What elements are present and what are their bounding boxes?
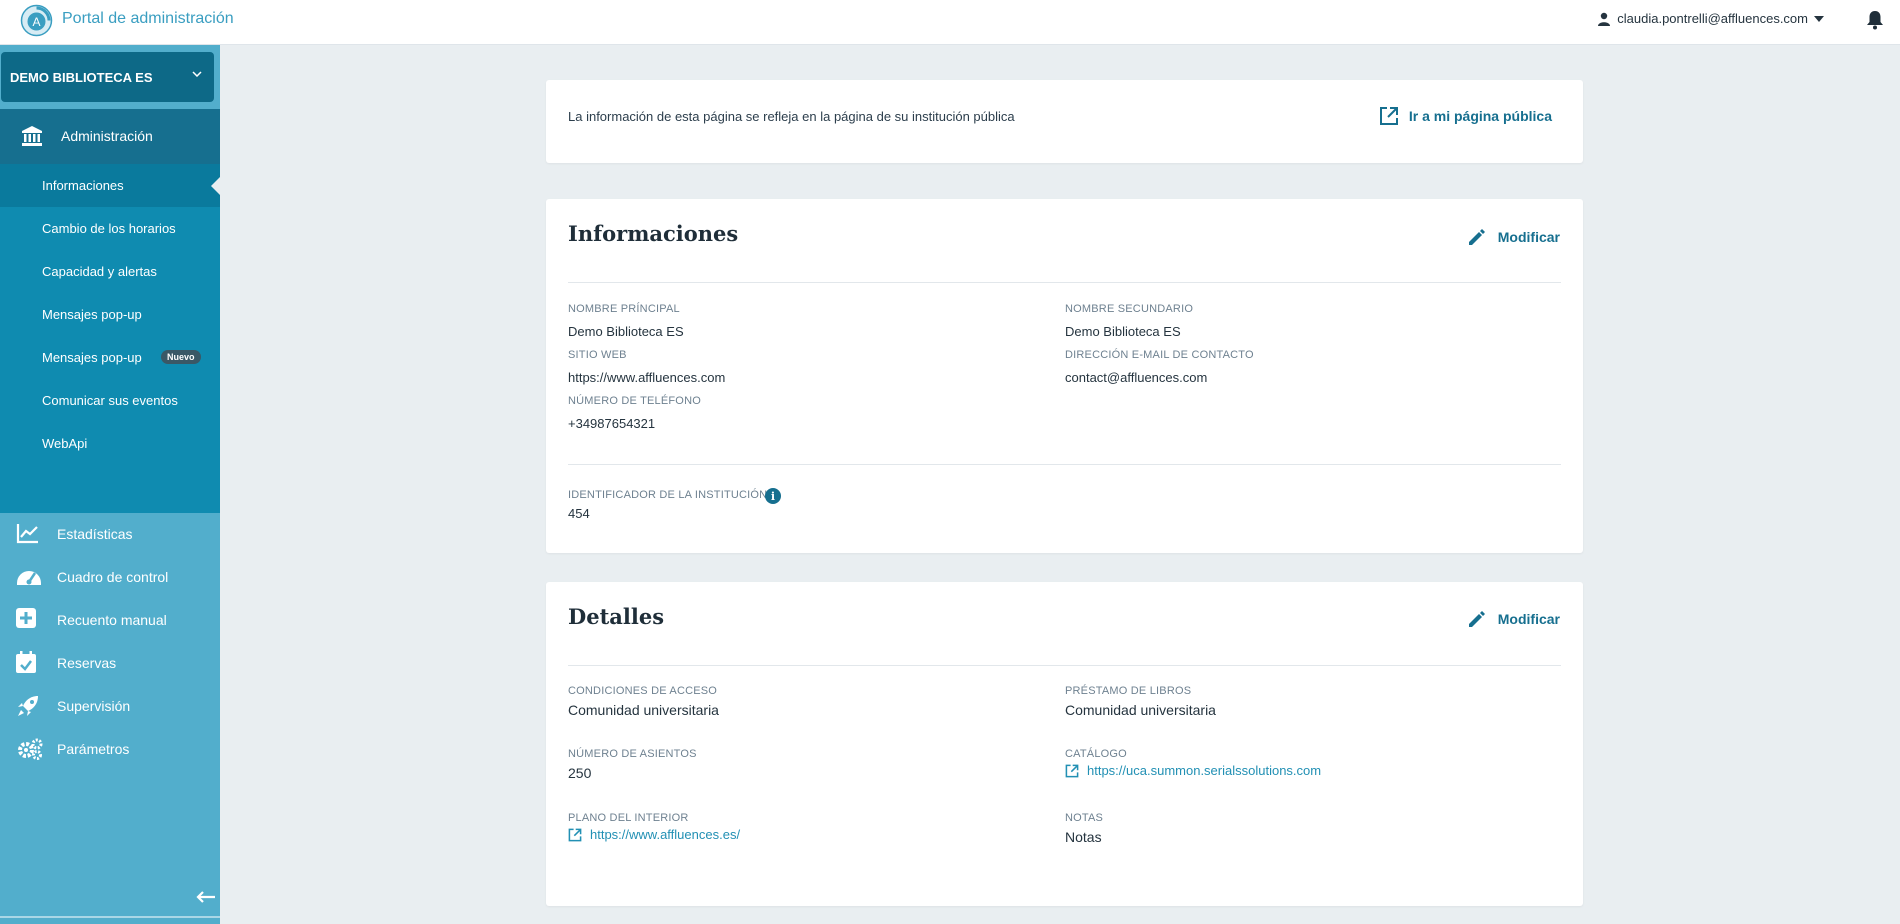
sidebar-item-label: Capacidad y alertas — [42, 264, 157, 279]
pencil-icon — [1468, 229, 1485, 245]
details-modify-button[interactable]: Modificar — [1468, 610, 1560, 628]
new-badge: Nuevo — [161, 350, 201, 364]
phone-label: NÚMERO DE TELÉFONO — [568, 395, 701, 407]
notes-value: Notas — [1065, 829, 1102, 845]
seats-label: NÚMERO DE ASIENTOS — [568, 748, 697, 760]
sidebar-item-administracion[interactable]: Administración — [0, 109, 220, 164]
sidebar-item-reservas[interactable]: Reservas — [0, 642, 220, 685]
seats-value: 250 — [568, 765, 592, 781]
sidebar-item-label: Cuadro de control — [57, 569, 169, 585]
catalog-url: https://uca.summon.serialssolutions.com — [1087, 763, 1322, 778]
floorplan-link[interactable]: https://www.affluences.es/ — [568, 827, 740, 842]
institution-id-label: IDENTIFICADOR DE LA INSTITUCIÓN — [568, 489, 768, 501]
plus-box-icon — [16, 608, 36, 628]
sidebar-bottom-line — [0, 916, 220, 918]
notice-text: La información de esta página se refleja… — [568, 109, 1015, 124]
info-icon[interactable]: i — [765, 488, 781, 504]
catalog-link[interactable]: https://uca.summon.serialssolutions.com — [1065, 763, 1321, 778]
sidebar-item-cambio-horarios[interactable]: Cambio de los horarios — [0, 207, 220, 250]
pencil-icon — [1468, 611, 1485, 627]
sidebar-item-label: Cambio de los horarios — [42, 221, 176, 236]
top-bar: A Portal de administración claudia.pontr… — [0, 0, 1900, 45]
chart-line-icon — [16, 524, 38, 544]
public-page-link[interactable]: Ir a mi página pública — [1379, 106, 1552, 126]
gears-icon — [18, 738, 43, 760]
user-email: claudia.pontrelli@affluences.com — [1617, 11, 1808, 26]
divider — [568, 665, 1561, 666]
external-link-icon — [1065, 764, 1079, 777]
sidebar-item-label: Informaciones — [42, 178, 124, 193]
sidebar-item-supervision[interactable]: Supervisión — [0, 685, 220, 728]
app-title: Portal de administración — [62, 10, 234, 27]
sidebar-item-label: WebApi — [42, 436, 88, 451]
collapse-sidebar-icon[interactable] — [196, 890, 216, 904]
external-link-icon — [1379, 107, 1398, 125]
access-conditions-label: CONDICIONES DE ACCESO — [568, 685, 718, 697]
sidebar-item-label: Estadísticas — [57, 526, 133, 542]
info-modify-button[interactable]: Modificar — [1468, 228, 1560, 246]
sidebar-item-label: Supervisión — [57, 698, 131, 714]
public-page-link-label: Ir a mi página pública — [1408, 108, 1552, 124]
gauge-icon — [17, 571, 41, 585]
institution-selector[interactable]: DEMO BIBLIOTECA ES — [1, 52, 214, 102]
modify-label: Modificar — [1497, 611, 1560, 627]
sidebar-item-label: Reservas — [57, 655, 117, 671]
sidebar-item-cuadro-control[interactable]: Cuadro de control — [0, 556, 220, 599]
contact-email-value: contact@affluences.com — [1065, 370, 1208, 385]
sidebar-item-webapi[interactable]: WebApi — [0, 422, 220, 465]
floorplan-label: PLANO DEL INTERIOR — [568, 812, 689, 824]
details-card: Detalles Modificar CONDICIONES DE ACCESO… — [546, 582, 1583, 906]
sidebar-item-label: Recuento manual — [57, 612, 167, 628]
sidebar-item-parametros[interactable]: Parámetros — [0, 728, 220, 771]
book-loan-value: Comunidad universitaria — [1065, 702, 1216, 718]
caret-down-icon — [1814, 15, 1824, 22]
svg-text:A: A — [32, 15, 40, 29]
main-name-label: NOMBRE PRÍNCIPAL — [568, 303, 680, 315]
calendar-check-icon — [16, 651, 36, 673]
chevron-down-icon — [192, 71, 202, 77]
phone-value: +34987654321 — [568, 416, 656, 431]
secondary-name-label: NOMBRE SECUNDARIO — [1065, 303, 1194, 315]
divider — [568, 464, 1561, 465]
divider — [568, 282, 1561, 283]
modify-label: Modificar — [1497, 229, 1560, 245]
institution-id-value: 454 — [568, 506, 590, 521]
floorplan-url: https://www.affluences.es/ — [590, 827, 741, 842]
sidebar-item-mensajes-popup[interactable]: Mensajes pop-up — [0, 293, 220, 336]
bank-icon — [22, 126, 42, 146]
external-link-icon — [568, 828, 582, 841]
notes-label: NOTAS — [1065, 812, 1104, 824]
sidebar: DEMO BIBLIOTECA ES Administración Inform… — [0, 45, 220, 924]
sidebar-item-label: Mensajes pop-up — [42, 307, 142, 322]
sidebar-item-comunicar-eventos[interactable]: Comunicar sus eventos — [0, 379, 220, 422]
sidebar-item-label: Comunicar sus eventos — [42, 393, 178, 408]
website-label: SITIO WEB — [568, 349, 627, 361]
sidebar-item-label: Administración — [61, 128, 153, 144]
user-menu[interactable]: claudia.pontrelli@affluences.com — [1597, 11, 1824, 26]
sidebar-item-capacidad-alertas[interactable]: Capacidad y alertas — [0, 250, 220, 293]
main-name-value: Demo Biblioteca ES — [568, 324, 684, 339]
user-icon — [1598, 12, 1611, 26]
admin-group: Administración Informaciones Cambio de l… — [0, 109, 220, 513]
sidebar-item-mensajes-popup-nuevo[interactable]: Mensajes pop-up Nuevo — [0, 336, 220, 379]
info-card-title: Informaciones — [568, 221, 739, 246]
website-value: https://www.affluences.com — [568, 370, 726, 385]
sidebar-item-informaciones[interactable]: Informaciones — [0, 164, 220, 207]
bell-icon[interactable] — [1866, 10, 1884, 30]
affluences-logo[interactable]: A — [20, 4, 53, 37]
rocket-icon — [18, 696, 38, 716]
institution-name: DEMO BIBLIOTECA ES — [10, 69, 153, 85]
secondary-name-value: Demo Biblioteca ES — [1065, 324, 1181, 339]
book-loan-label: PRÉSTAMO DE LIBROS — [1065, 685, 1192, 697]
public-page-notice: La información de esta página se refleja… — [546, 80, 1583, 163]
info-card: Informaciones Modificar NOMBRE PRÍNCIPAL… — [546, 199, 1583, 553]
access-conditions-value: Comunidad universitaria — [568, 702, 719, 718]
catalog-label: CATÁLOGO — [1065, 748, 1127, 760]
sidebar-item-recuento-manual[interactable]: Recuento manual — [0, 599, 220, 642]
sidebar-item-label: Parámetros — [57, 741, 130, 757]
sidebar-item-label: Mensajes pop-up — [42, 350, 142, 365]
sidebar-item-estadisticas[interactable]: Estadísticas — [0, 513, 220, 556]
details-card-title: Detalles — [568, 604, 665, 629]
contact-email-label: DIRECCIÓN E-MAIL DE CONTACTO — [1065, 349, 1254, 361]
